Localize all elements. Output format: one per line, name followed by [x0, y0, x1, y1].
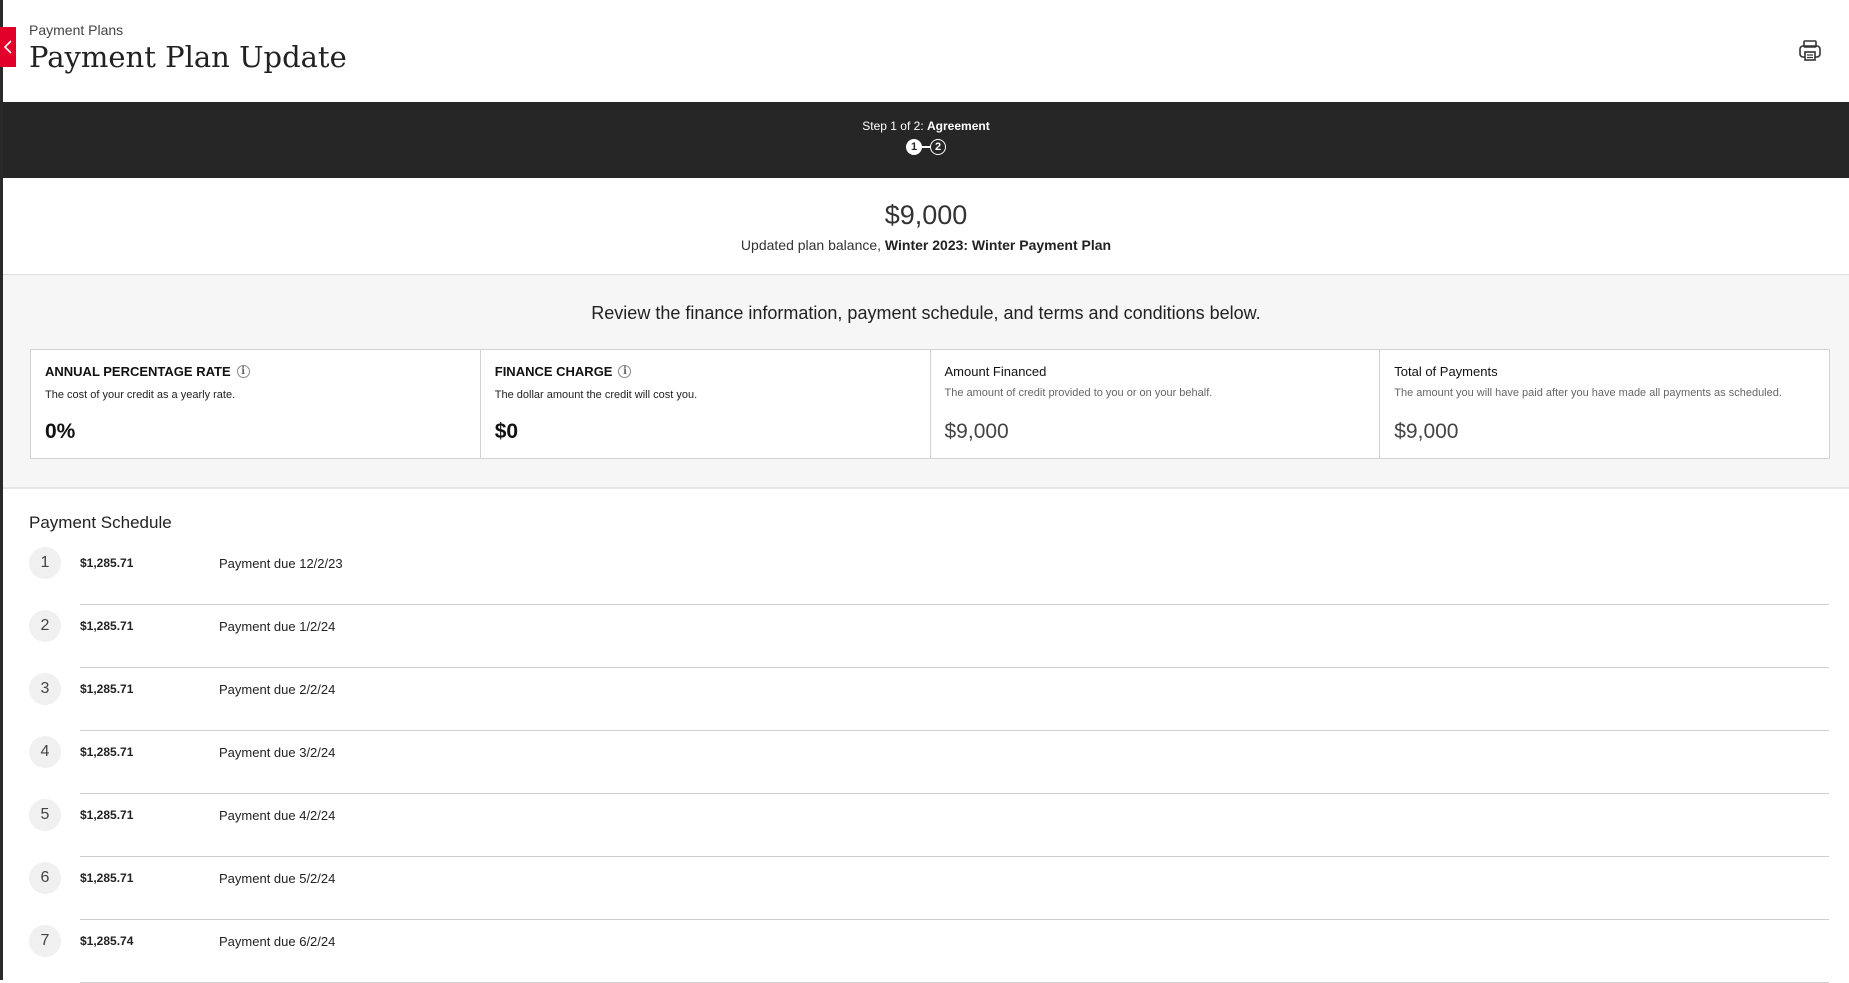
- finance-information: Review the finance information, payment …: [3, 275, 1849, 489]
- step-1-indicator: 1: [906, 139, 922, 155]
- breadcrumb[interactable]: Payment Plans: [29, 22, 347, 38]
- payment-number: 2: [29, 610, 61, 642]
- info-icon[interactable]: i: [618, 365, 632, 378]
- payment-due-date: Payment due 2/2/24: [219, 682, 336, 697]
- step-label: Step 1 of 2: Agreement: [3, 119, 1849, 133]
- apr-box: ANNUAL PERCENTAGE RATE i The cost of you…: [31, 350, 481, 458]
- payment-amount: $1,285.71: [80, 871, 134, 885]
- total-of-payments-box: Total of Payments The amount you will ha…: [1380, 350, 1829, 458]
- payment-number: 5: [29, 799, 61, 831]
- amount-financed-description: The amount of credit provided to you or …: [944, 387, 1213, 399]
- finance-charge-value: $0: [494, 420, 519, 443]
- step-indicators: 1 2: [3, 139, 1849, 155]
- amount-financed-box: Amount Financed The amount of credit pro…: [931, 350, 1381, 458]
- schedule-row: 4 $1,285.71 Payment due 3/2/24: [29, 731, 1829, 794]
- plan-balance: $9,000 Updated plan balance, Winter 2023…: [3, 178, 1849, 275]
- schedule-row: 3 $1,285.71 Payment due 2/2/24: [29, 668, 1829, 731]
- payment-due-date: Payment due 12/2/23: [219, 556, 343, 571]
- payment-number: 7: [29, 925, 61, 957]
- review-instructions: Review the finance information, payment …: [591, 303, 1261, 323]
- apr-heading-text: ANNUAL PERCENTAGE RATE: [45, 364, 231, 379]
- payment-amount: $1,285.71: [80, 745, 134, 759]
- payment-number: 6: [29, 862, 61, 894]
- page-header: Payment Plans Payment Plan Update: [29, 22, 347, 74]
- payment-due-date: Payment due 1/2/24: [219, 619, 336, 634]
- payment-number: 3: [29, 673, 61, 705]
- payment-amount: $1,285.71: [80, 556, 134, 570]
- finance-charge-box: FINANCE CHARGE i The dollar amount the c…: [481, 350, 931, 458]
- apr-description: The cost of your credit as a yearly rate…: [45, 389, 236, 401]
- step-name: Agreement: [927, 119, 990, 133]
- payment-amount: $1,285.74: [80, 934, 134, 948]
- payment-due-date: Payment due 5/2/24: [219, 871, 336, 886]
- payment-due-date: Payment due 3/2/24: [219, 745, 336, 760]
- balance-amount: $9,000: [884, 200, 968, 230]
- finance-charge-heading: FINANCE CHARGE i: [495, 364, 916, 379]
- schedule-row: 5 $1,285.71 Payment due 4/2/24: [29, 794, 1829, 857]
- payment-number: 1: [29, 547, 61, 579]
- payment-due-date: Payment due 4/2/24: [219, 808, 336, 823]
- total-of-payments-value: $9,000: [1394, 420, 1459, 443]
- print-button[interactable]: [1797, 38, 1823, 64]
- payment-amount: $1,285.71: [80, 619, 134, 633]
- schedule-row: 7 $1,285.74 Payment due 6/2/24: [29, 920, 1829, 983]
- finance-charge-heading-text: FINANCE CHARGE: [494, 364, 613, 379]
- step-2-indicator: 2: [930, 139, 946, 155]
- payment-amount: $1,285.71: [80, 682, 134, 696]
- payment-schedule: Payment Schedule 1 $1,285.71 Payment due…: [29, 513, 1829, 983]
- info-icon[interactable]: i: [236, 365, 250, 378]
- amount-financed-heading: Amount Financed: [944, 364, 1047, 379]
- balance-description: Updated plan balance, Winter 2023: Winte…: [3, 237, 1849, 253]
- plan-name: Winter 2023: Winter Payment Plan: [884, 237, 1112, 253]
- finance-boxes: ANNUAL PERCENTAGE RATE i The cost of you…: [30, 349, 1830, 459]
- step-prefix: Step 1 of 2:: [862, 119, 924, 133]
- balance-label: Updated plan balance,: [740, 237, 882, 253]
- close-button[interactable]: [0, 27, 16, 67]
- schedule-row: 2 $1,285.71 Payment due 1/2/24: [29, 605, 1829, 668]
- apr-value: 0%: [45, 420, 76, 443]
- page-title: Payment Plan Update: [29, 40, 347, 74]
- payment-number: 4: [29, 736, 61, 768]
- apr-heading: ANNUAL PERCENTAGE RATE i: [45, 364, 466, 379]
- close-icon: [3, 40, 12, 54]
- amount-financed-value: $9,000: [944, 420, 1009, 443]
- payment-schedule-title: Payment Schedule: [29, 513, 172, 532]
- total-of-payments-description: The amount you will have paid after you …: [1394, 387, 1782, 399]
- payment-due-date: Payment due 6/2/24: [219, 934, 336, 949]
- total-of-payments-heading: Total of Payments: [1394, 364, 1498, 379]
- finance-charge-description: The dollar amount the credit will cost y…: [494, 389, 698, 401]
- schedule-row: 1 $1,285.71 Payment due 12/2/23: [29, 542, 1829, 605]
- schedule-row: 6 $1,285.71 Payment due 5/2/24: [29, 857, 1829, 920]
- step-connector: [922, 146, 930, 148]
- payment-amount: $1,285.71: [80, 808, 134, 822]
- printer-icon: [1799, 40, 1821, 61]
- step-progress-bar: Step 1 of 2: Agreement 1 2: [3, 102, 1849, 178]
